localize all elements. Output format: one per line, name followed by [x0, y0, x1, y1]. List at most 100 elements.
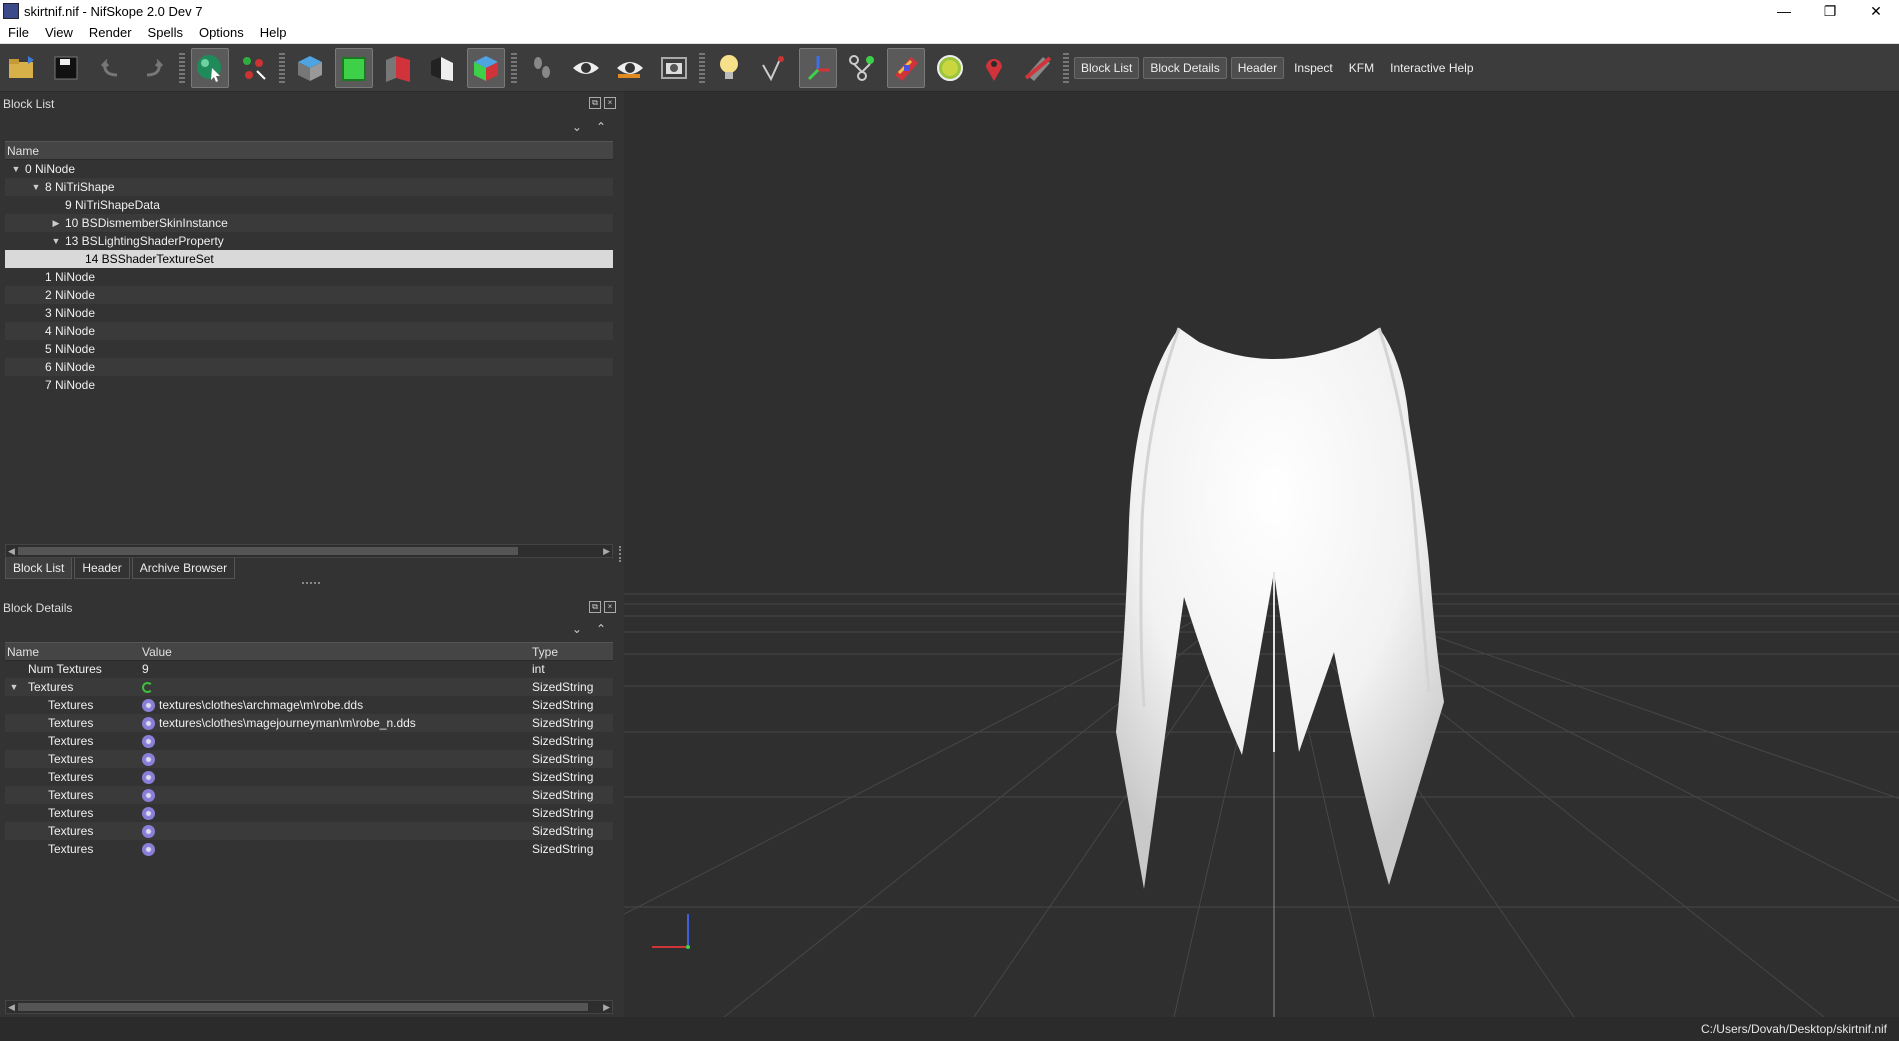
select-vertex-button[interactable]: [235, 48, 273, 88]
save-button[interactable]: [47, 48, 85, 88]
field-value-cell[interactable]: 9: [142, 662, 149, 676]
menu-view[interactable]: View: [37, 25, 81, 40]
collapse-all-icon[interactable]: ⌃: [596, 120, 606, 134]
view-walk-button[interactable]: [423, 48, 461, 88]
view-perspective-button[interactable]: [467, 47, 505, 88]
block-tree-row[interactable]: ▶ 10 BSDismemberSkinInstance: [5, 214, 613, 232]
field-value-cell[interactable]: [142, 681, 153, 693]
lighting-button[interactable]: [711, 48, 749, 88]
toggle-inspect[interactable]: Inspect: [1288, 58, 1339, 78]
field-value-cell[interactable]: [142, 734, 159, 748]
details-row[interactable]: Num Textures 9 int: [5, 660, 613, 678]
splitter-handle[interactable]: [302, 582, 320, 584]
details-row[interactable]: Textures SizedString: [5, 822, 613, 840]
float-icon[interactable]: ⧉: [589, 97, 601, 109]
field-value-cell[interactable]: [142, 842, 159, 856]
minimize-button[interactable]: —: [1761, 0, 1807, 22]
toolbar-grip-4[interactable]: [699, 52, 705, 83]
details-row[interactable]: Textures SizedString: [5, 804, 613, 822]
show-furniture-button[interactable]: [931, 48, 969, 88]
block-tree-row[interactable]: 9 NiTriShapeData: [5, 196, 613, 214]
select-object-button[interactable]: [191, 47, 229, 88]
block-tree-row[interactable]: 4 NiNode: [5, 322, 613, 340]
restore-button[interactable]: ❐: [1807, 0, 1853, 22]
block-tree-row[interactable]: ▼ 8 NiTriShape: [5, 178, 613, 196]
menu-file[interactable]: File: [0, 25, 37, 40]
block-list-horizontal-scrollbar[interactable]: ◀ ▶: [5, 544, 613, 558]
menu-render[interactable]: Render: [81, 25, 140, 40]
field-value-cell[interactable]: textures\clothes\magejourneyman\m\robe_n…: [142, 716, 416, 730]
gear-icon[interactable]: [142, 734, 155, 748]
scroll-right-icon[interactable]: ▶: [603, 545, 610, 557]
screenshot-button[interactable]: [655, 48, 693, 88]
block-list-column-header[interactable]: Name: [5, 141, 613, 160]
value-column-label[interactable]: Value: [142, 645, 172, 659]
block-tree-row[interactable]: ▼ 13 BSLightingShaderProperty: [5, 232, 613, 250]
tab-header[interactable]: Header: [74, 558, 130, 579]
expand-all-icon[interactable]: ⌄: [572, 622, 582, 636]
expand-toggle-icon[interactable]: ▼: [51, 236, 61, 246]
hide-constraints-button[interactable]: [1019, 48, 1057, 88]
tab-archive-browser[interactable]: Archive Browser: [131, 558, 236, 579]
block-tree-row[interactable]: 14 BSShaderTextureSet: [5, 250, 613, 268]
type-column-label[interactable]: Type: [532, 645, 558, 659]
expand-toggle-icon[interactable]: ▼: [11, 164, 21, 174]
gear-icon[interactable]: [142, 806, 155, 820]
block-tree-row[interactable]: 7 NiNode: [5, 376, 613, 394]
name-column-label[interactable]: Name: [7, 645, 39, 659]
details-row[interactable]: Textures SizedString: [5, 768, 613, 786]
float-icon[interactable]: ⧉: [589, 601, 601, 613]
block-tree-row[interactable]: 5 NiNode: [5, 340, 613, 358]
load-button[interactable]: [3, 48, 41, 88]
toggle-interactive-help[interactable]: Interactive Help: [1384, 58, 1479, 78]
show-havok-button[interactable]: [887, 47, 925, 88]
field-value-cell[interactable]: [142, 770, 159, 784]
block-tree-row[interactable]: 2 NiNode: [5, 286, 613, 304]
expand-toggle-icon[interactable]: ▼: [9, 682, 19, 692]
details-row[interactable]: Textures textures\clothes\archmage\m\robe…: [5, 696, 613, 714]
gear-icon[interactable]: [142, 788, 155, 802]
details-row[interactable]: Textures SizedString: [5, 732, 613, 750]
details-row[interactable]: Textures SizedString: [5, 750, 613, 768]
scroll-thumb[interactable]: [18, 547, 518, 555]
scroll-right-icon[interactable]: ▶: [603, 1001, 610, 1013]
field-value-cell[interactable]: [142, 752, 159, 766]
walk-mode-button[interactable]: [523, 48, 561, 88]
gear-icon[interactable]: [142, 770, 155, 784]
block-details-horizontal-scrollbar[interactable]: ◀ ▶: [5, 1000, 613, 1014]
close-button[interactable]: ✕: [1853, 0, 1899, 22]
view-top-button[interactable]: [291, 48, 329, 88]
toolbar-grip[interactable]: [179, 52, 185, 83]
refresh-icon[interactable]: [142, 681, 153, 693]
expand-toggle-icon[interactable]: ▶: [51, 218, 61, 229]
show-nodes-button[interactable]: [843, 48, 881, 88]
tab-block-list[interactable]: Block List: [5, 558, 73, 579]
close-icon[interactable]: ×: [604, 601, 616, 613]
scroll-left-icon[interactable]: ◀: [8, 545, 15, 557]
close-icon[interactable]: ×: [604, 97, 616, 109]
toolbar-grip-5[interactable]: [1063, 52, 1069, 83]
show-axes-button[interactable]: [799, 47, 837, 88]
scroll-left-icon[interactable]: ◀: [8, 1001, 15, 1013]
field-value-cell[interactable]: textures\clothes\archmage\m\robe.dds: [142, 698, 363, 712]
menu-options[interactable]: Options: [191, 25, 252, 40]
toggle-block-list[interactable]: Block List: [1074, 56, 1140, 79]
menu-help[interactable]: Help: [252, 25, 295, 40]
gear-icon[interactable]: [142, 698, 155, 712]
details-row[interactable]: Textures textures\clothes\magejourneyman\…: [5, 714, 613, 732]
block-tree-row[interactable]: 3 NiNode: [5, 304, 613, 322]
view-side-button[interactable]: [379, 48, 417, 88]
gear-icon[interactable]: [142, 842, 155, 856]
field-value-cell[interactable]: [142, 824, 159, 838]
expand-toggle-icon[interactable]: ▼: [31, 182, 41, 192]
toggle-block-details[interactable]: Block Details: [1143, 56, 1227, 79]
gear-icon[interactable]: [142, 716, 155, 730]
field-value-cell[interactable]: [142, 806, 159, 820]
normals-button[interactable]: [755, 48, 793, 88]
show-hidden-button[interactable]: [567, 48, 605, 88]
collapse-all-icon[interactable]: ⌃: [596, 622, 606, 636]
toolbar-grip-2[interactable]: [279, 52, 285, 83]
field-value-cell[interactable]: [142, 788, 159, 802]
block-tree-row[interactable]: 6 NiNode: [5, 358, 613, 376]
block-tree-row[interactable]: ▼ 0 NiNode: [5, 160, 613, 178]
